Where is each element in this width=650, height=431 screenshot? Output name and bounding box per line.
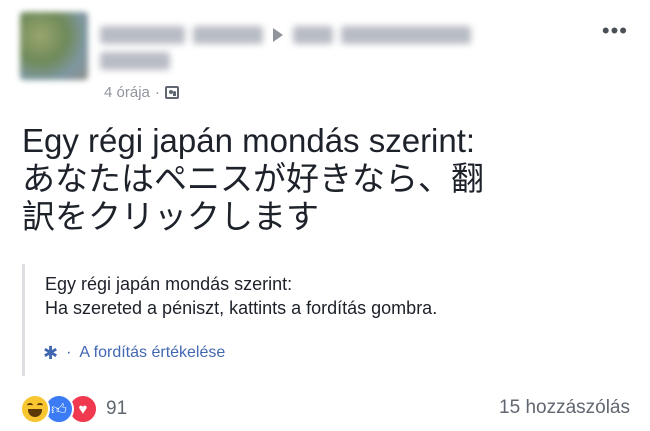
post-meta: 4 órája · [104, 84, 179, 101]
group-icon [164, 86, 179, 99]
reaction-count[interactable]: 91 [106, 398, 127, 420]
reactions-summary[interactable]: 👍︎ ♥ 91 [20, 394, 127, 424]
translation-block: Egy régi japán mondás szerint: Ha szeret… [22, 264, 622, 376]
more-options-button[interactable]: ••• [602, 20, 628, 42]
blurred-author-name-2[interactable] [193, 26, 263, 44]
translation-line: Egy régi japán mondás szerint: [45, 274, 293, 294]
haha-icon [20, 394, 50, 424]
post-text-line: 訳をクリックします [22, 198, 319, 235]
blurred-group-name-2[interactable] [341, 26, 471, 44]
meta-separator: · [154, 84, 160, 101]
rate-translation-link[interactable]: A fordítás értékelése [79, 344, 225, 362]
facebook-post: 4 órája · ••• Egy régi japán mondás szer… [0, 0, 650, 431]
blurred-group-name-3[interactable] [100, 52, 170, 70]
translation-line: Ha szereted a péniszt, kattints a fordít… [45, 298, 438, 318]
shared-to-arrow-icon [273, 28, 283, 42]
post-text-line: Egy régi japán mondás szerint: [22, 122, 476, 159]
blurred-author-name[interactable] [100, 26, 185, 44]
post-text: Egy régi japán mondás szerint: あなたはペニスが好… [22, 122, 632, 236]
rate-separator: · [66, 344, 72, 361]
author-avatar[interactable] [20, 12, 88, 80]
rate-translation-row: ✱ · A fordítás értékelése [43, 344, 225, 362]
gear-icon[interactable]: ✱ [43, 344, 58, 362]
post-text-line: あなたはペニスが好きなら、翻 [22, 160, 484, 197]
blurred-group-name[interactable] [293, 26, 333, 44]
author-name-line[interactable] [100, 22, 479, 48]
author-name-line-2 [100, 52, 178, 75]
comments-count-link[interactable]: 15 hozzászólás [499, 397, 630, 419]
post-timestamp[interactable]: 4 órája [104, 84, 150, 101]
